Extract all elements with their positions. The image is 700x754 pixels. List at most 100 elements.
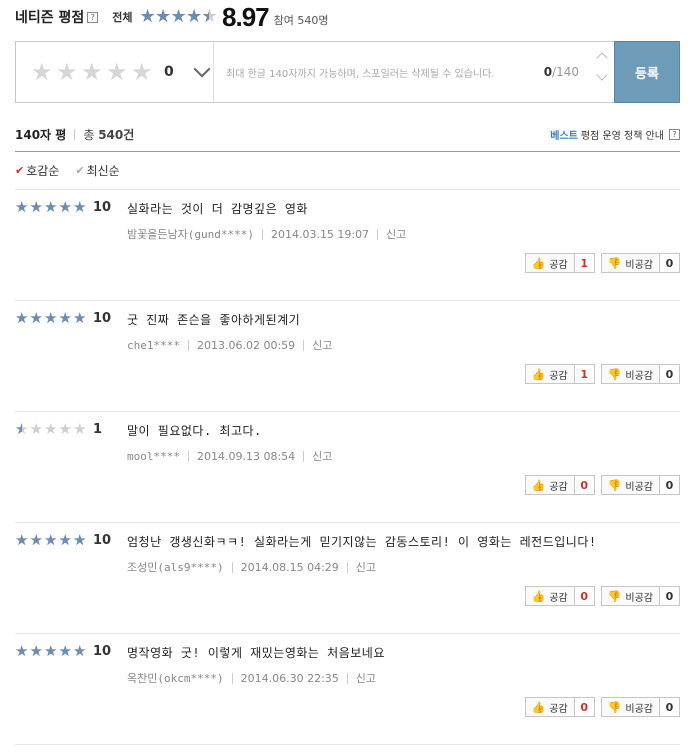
review-author[interactable]: mool****: [127, 450, 180, 463]
review-author[interactable]: 옥찬민(okcm****): [127, 670, 224, 686]
star-icon: ★★: [73, 642, 87, 660]
star-icon: ★★: [44, 198, 58, 216]
divider: [187, 450, 189, 462]
dislike-label: 비공감: [625, 481, 653, 493]
divider: [74, 128, 76, 140]
review-date: 2014.03.15 19:07: [270, 227, 370, 241]
thumbs-up-icon: 👍: [531, 367, 546, 381]
report-link[interactable]: 신고: [312, 448, 332, 464]
review-item: ★ ★ ★ ★ ★ ★ ★ ★ ★ ★ 10 엄청난 갱생신화ㅋㅋ! 실화라는게 믿기지않는 감동…: [15, 523, 680, 634]
star-icon[interactable]: ★: [56, 60, 81, 84]
thumbs-down-icon: 👎: [607, 589, 622, 603]
report-link[interactable]: 신고: [312, 337, 332, 353]
review-summary: 140자 평 총 540건 베스트 평점 운영 정책 안내 ?: [15, 123, 680, 145]
dislike-button[interactable]: 👎 비공감: [600, 364, 660, 384]
star-icon: ★★: [155, 6, 172, 27]
star-icon[interactable]: ★: [31, 60, 56, 84]
star-icon: ★★: [170, 6, 187, 27]
star-icon: ★★: [201, 6, 218, 27]
policy-text: 평점 운영 정책 안내: [580, 130, 664, 142]
star-icon: ★: [29, 420, 43, 438]
star-icon[interactable]: ★: [131, 60, 156, 84]
page-title: 네티즌 평점: [15, 10, 85, 26]
chevron-down-icon[interactable]: [193, 60, 211, 78]
review-date: 2014.08.15 04:29: [240, 560, 339, 574]
like-button[interactable]: 👍 공감: [524, 697, 575, 717]
dislike-label: 비공감: [625, 592, 653, 604]
like-button[interactable]: 👍 공감: [524, 364, 575, 384]
like-label: 공감: [549, 703, 568, 715]
dislike-label: 비공감: [625, 259, 653, 271]
review-stars: ★ ★ ★ ★ ★ ★ ★ ★ ★ ★: [15, 200, 88, 215]
dislike-button[interactable]: 👎 비공감: [600, 475, 660, 495]
star-icon: ★★: [15, 420, 29, 438]
like-count: 0: [574, 586, 595, 606]
review-item: ★ ★ ★ ★ ★ ★ 1 말이 필요없다. 최고다. mool**** 2014.09.…: [15, 412, 680, 523]
divider: [187, 339, 189, 351]
scroll-arrows[interactable]: [596, 52, 608, 81]
participants-count: 참여 540명: [273, 14, 329, 27]
check-icon: ✔: [75, 163, 85, 177]
star-icon: ★★: [139, 6, 156, 27]
review-stars: ★ ★ ★ ★ ★ ★ ★ ★ ★ ★: [15, 644, 88, 659]
review-stars: ★ ★ ★ ★ ★ ★ ★ ★ ★ ★: [15, 533, 88, 548]
star-icon: ★★: [73, 309, 87, 327]
star-icon: ★★: [73, 198, 87, 216]
star-icon: ★★: [44, 531, 58, 549]
review-placeholder: 최대 한글 140자까지 가능하며, 스포일러는 삭제될 수 있습니다.: [226, 68, 495, 80]
sort-options: ✔ 호감순 ✔ 최신순: [15, 160, 136, 180]
report-link[interactable]: 신고: [356, 559, 376, 575]
divider: [346, 561, 348, 573]
policy-link[interactable]: 베스트 평점 운영 정책 안내 ?: [550, 127, 680, 142]
divider: [231, 561, 233, 573]
dislike-count: 0: [660, 253, 680, 273]
divider: [261, 228, 263, 240]
help-icon[interactable]: ?: [87, 11, 99, 23]
dislike-button[interactable]: 👎 비공감: [600, 586, 660, 606]
like-label: 공감: [549, 370, 568, 382]
review-actions: 👍 공감 0 👎 비공감 0: [524, 697, 680, 717]
review-author[interactable]: che1****: [127, 339, 180, 352]
average-score: 8.97: [222, 1, 270, 32]
rating-header: 네티즌 평점 ? 전체 ★★★★★★★★★★ 8.97 참여 540명: [15, 2, 685, 32]
review-input[interactable]: 최대 한글 140자까지 가능하며, 스포일러는 삭제될 수 있습니다. 0/1…: [214, 42, 614, 102]
chevron-up-icon[interactable]: [596, 52, 608, 64]
like-label: 공감: [549, 592, 568, 604]
sort-by-likes[interactable]: ✔ 호감순: [15, 162, 59, 179]
sort-by-latest[interactable]: ✔ 최신순: [75, 162, 119, 179]
like-button[interactable]: 👍 공감: [524, 586, 575, 606]
like-button[interactable]: 👍 공감: [524, 475, 575, 495]
star-icon: ★★: [58, 531, 72, 549]
star-icon[interactable]: ★: [81, 60, 106, 84]
rating-selector[interactable]: ★ ★ ★ ★ ★ 0: [16, 42, 214, 102]
star-icon[interactable]: ★: [106, 60, 131, 84]
star-icon: ★★: [73, 531, 87, 549]
review-date: 2014.09.13 08:54: [196, 449, 296, 463]
total-suffix: 건: [123, 127, 135, 142]
total-prefix: 총: [83, 127, 95, 142]
thumbs-down-icon: 👎: [607, 478, 622, 492]
review-meta: mool**** 2014.09.13 08:54 신고: [127, 448, 332, 464]
report-link[interactable]: 신고: [386, 226, 406, 242]
like-count: 0: [574, 475, 595, 495]
review-score: 10: [93, 533, 112, 548]
star-icon: ★★: [15, 531, 29, 549]
chevron-down-icon[interactable]: [596, 69, 608, 81]
dislike-button[interactable]: 👎 비공감: [600, 697, 660, 717]
help-icon[interactable]: ?: [669, 128, 680, 140]
review-author[interactable]: 조성민(als9****): [127, 559, 224, 575]
review-meta: 밤꽃을든남자(gund****) 2014.03.15 19:07 신고: [127, 226, 406, 242]
review-date: 2013.06.02 00:59: [196, 338, 296, 352]
review-text: 굿 진짜 존슨을 좋아하게된계기: [127, 313, 301, 327]
like-button[interactable]: 👍 공감: [524, 253, 575, 273]
divider: [303, 450, 305, 462]
rating-value: 0: [164, 64, 174, 80]
review-author[interactable]: 밤꽃을든남자(gund****): [127, 226, 254, 242]
like-label: 공감: [549, 481, 568, 493]
dislike-button[interactable]: 👎 비공감: [600, 253, 660, 273]
star-icon: ★★: [29, 642, 43, 660]
submit-button[interactable]: 등록: [614, 41, 680, 103]
star-icon: ★: [73, 420, 87, 438]
total-count: 총 540건: [83, 126, 134, 143]
report-link[interactable]: 신고: [356, 670, 376, 686]
